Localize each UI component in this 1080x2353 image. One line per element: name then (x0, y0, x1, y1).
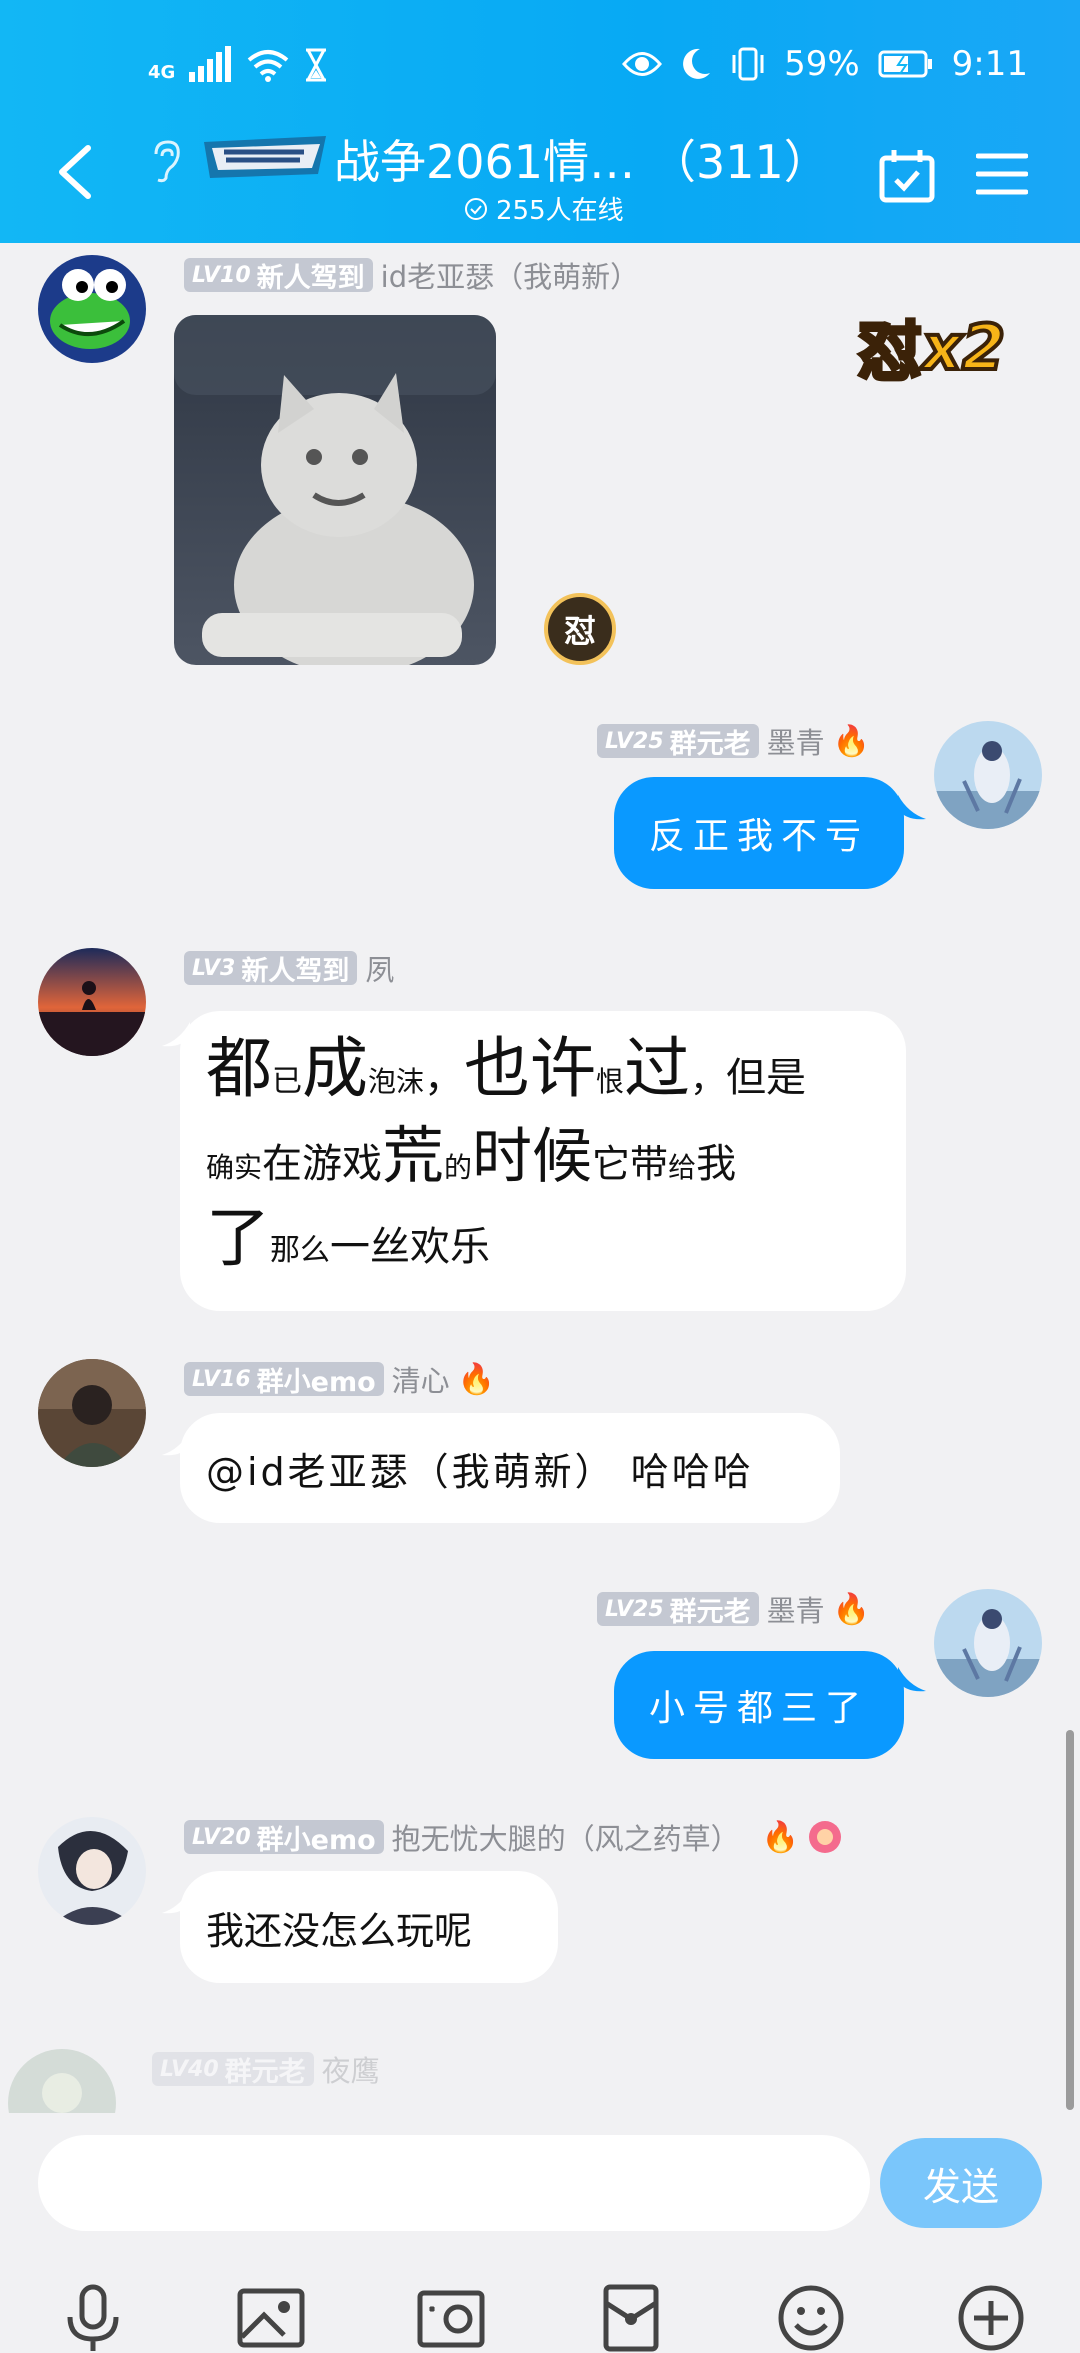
sender-name[interactable]: id老亚瑟（我萌新） (381, 254, 639, 296)
nav-bar: 战争2061情… （311） 255人在线 (0, 120, 1080, 230)
level-badge: LV25 群元老 (597, 1592, 759, 1628)
message-bubble[interactable]: 反正我不亏 (614, 777, 904, 889)
message-meta: LV10 新人驾到 id老亚瑟（我萌新） (184, 255, 639, 295)
avatar[interactable] (934, 721, 1042, 829)
avatar[interactable] (934, 1589, 1042, 1697)
avatar[interactable] (38, 1359, 146, 1467)
message-meta: LV20 群小emo 抱无忧大腿的（风之药草） 🔥 (184, 1817, 843, 1857)
battery-percent: 59% (784, 44, 860, 84)
battery-icon (878, 50, 932, 78)
image-icon[interactable] (236, 2283, 306, 2353)
message-list[interactable]: LV10 新人驾到 id老亚瑟（我萌新） 怼 怼 x2 LV25 群元老 墨青 … (0, 243, 1080, 2113)
level-badge: LV40 群元老 (152, 2052, 314, 2088)
fire-icon: 🔥 (761, 1819, 800, 1855)
message-text: 确实在游戏荒的时候它带给我 (206, 1119, 737, 1192)
message-text: 都已成泡沫，也许恨过，但是 (206, 1030, 807, 1107)
message-item: LV25 群元老 墨青 🔥 反正我不亏 (0, 721, 1080, 891)
back-button[interactable] (50, 142, 100, 202)
fire-icon: 🔥 (457, 1361, 496, 1397)
avatar[interactable] (8, 2049, 116, 2113)
group-name[interactable]: 战争2061情… (334, 126, 635, 192)
message-item: LV40 群元老 夜鹰 (0, 2049, 1080, 2113)
sender-name[interactable]: 墨青 (767, 720, 825, 762)
group-logo-icon (204, 136, 326, 178)
vibrate-icon (732, 47, 764, 81)
message-bubble[interactable]: 小号都三了 (614, 1651, 904, 1759)
bubble-tail (898, 1667, 926, 1692)
message-meta: LV25 群元老 墨青 🔥 (597, 1589, 870, 1629)
message-meta: LV3 新人驾到 夙 (184, 948, 394, 988)
message-meta: LV25 群元老 墨青 🔥 (597, 721, 870, 761)
mic-icon[interactable] (58, 2283, 128, 2353)
message-input[interactable] (38, 2135, 870, 2231)
message-text: 了那么一丝欢乐 (206, 1202, 490, 1276)
message-text: 我还没怎么玩呢 (206, 1908, 473, 1953)
avatar[interactable] (38, 1817, 146, 1925)
message-text: 反正我不亏 (648, 816, 869, 857)
menu-button[interactable] (976, 150, 1028, 198)
message-bubble[interactable]: @id老亚瑟（我萌新） 哈哈哈 (180, 1413, 840, 1523)
network-label: 4G (148, 62, 176, 83)
hourglass-icon (306, 48, 327, 82)
calendar-check-button[interactable] (878, 148, 936, 204)
sender-name[interactable]: 墨青 (767, 1588, 825, 1630)
cat-sticker-image[interactable] (174, 315, 496, 665)
emoji-icon[interactable] (776, 2283, 846, 2353)
online-status[interactable]: 255人在线 (464, 190, 624, 227)
send-button[interactable]: 发送 (880, 2138, 1042, 2228)
ear-icon[interactable] (148, 140, 182, 184)
reaction-combo-char: 怼 (856, 314, 924, 392)
sender-name[interactable]: 夙 (365, 947, 394, 989)
signal-icon (189, 46, 232, 82)
level-badge: LV10 新人驾到 (184, 258, 373, 294)
check-circle-icon (465, 197, 487, 220)
reaction-badge[interactable]: 怼 (544, 593, 616, 665)
message-item: LV20 群小emo 抱无忧大腿的（风之药草） 🔥 我还没怎么玩呢 (0, 1817, 1080, 1997)
scrollbar[interactable] (1066, 1730, 1074, 2110)
level-badge: LV16 群小emo (184, 1362, 384, 1398)
flower-icon (809, 1821, 842, 1853)
plus-icon[interactable] (956, 2283, 1026, 2353)
message-item: LV25 群元老 墨青 🔥 小号都三了 (0, 1589, 1080, 1759)
red-packet-icon[interactable] (596, 2283, 666, 2353)
reaction-char: 怼 (563, 612, 596, 650)
level-badge: LV3 新人驾到 (184, 951, 358, 987)
eye-icon (622, 52, 663, 76)
moon-icon (683, 48, 711, 79)
message-text: @id老亚瑟（我萌新） 哈哈哈 (206, 1449, 754, 1494)
online-count: 255人在线 (496, 196, 624, 226)
avatar[interactable] (38, 948, 146, 1056)
message-bubble[interactable]: 我还没怎么玩呢 (180, 1871, 558, 1983)
member-count: （311） (650, 135, 830, 189)
level-badge: LV25 群元老 (597, 724, 759, 760)
reaction-combo-count: x2 (920, 309, 1007, 386)
message-bubble[interactable]: 都已成泡沫，也许恨过，但是 确实在游戏荒的时候它带给我 了那么一丝欢乐 (180, 1011, 906, 1311)
message-item: LV10 新人驾到 id老亚瑟（我萌新） 怼 怼 x2 (0, 243, 1080, 683)
fire-icon: 🔥 (832, 723, 871, 759)
level-badge: LV20 群小emo (184, 1820, 384, 1856)
message-item: LV16 群小emo 清心 🔥 @id老亚瑟（我萌新） 哈哈哈 (0, 1359, 1080, 1523)
sender-name[interactable]: 抱无忧大腿的（风之药草） (392, 1816, 740, 1858)
reaction-combo: 怼 x2 (856, 301, 1007, 393)
bubble-tail (898, 795, 926, 820)
sender-name[interactable]: 清心 (392, 1358, 450, 1400)
clock: 9:11 (951, 44, 1028, 84)
wifi-icon (248, 50, 289, 82)
message-meta: LV16 群小emo 清心 🔥 (184, 1359, 495, 1399)
sender-name[interactable]: 夜鹰 (322, 2048, 380, 2090)
status-bar: 4G 59% 9:11 (0, 40, 1080, 96)
message-text: 小号都三了 (648, 1688, 869, 1729)
message-meta: LV40 群元老 夜鹰 (152, 2049, 380, 2089)
camera-icon[interactable] (416, 2283, 486, 2353)
avatar[interactable] (38, 255, 146, 363)
fire-icon: 🔥 (832, 1591, 871, 1627)
input-area: 发送 (0, 2113, 1080, 2352)
chat-header: 4G 59% 9:11 战争2061情… （311） 255人在线 (0, 0, 1080, 243)
